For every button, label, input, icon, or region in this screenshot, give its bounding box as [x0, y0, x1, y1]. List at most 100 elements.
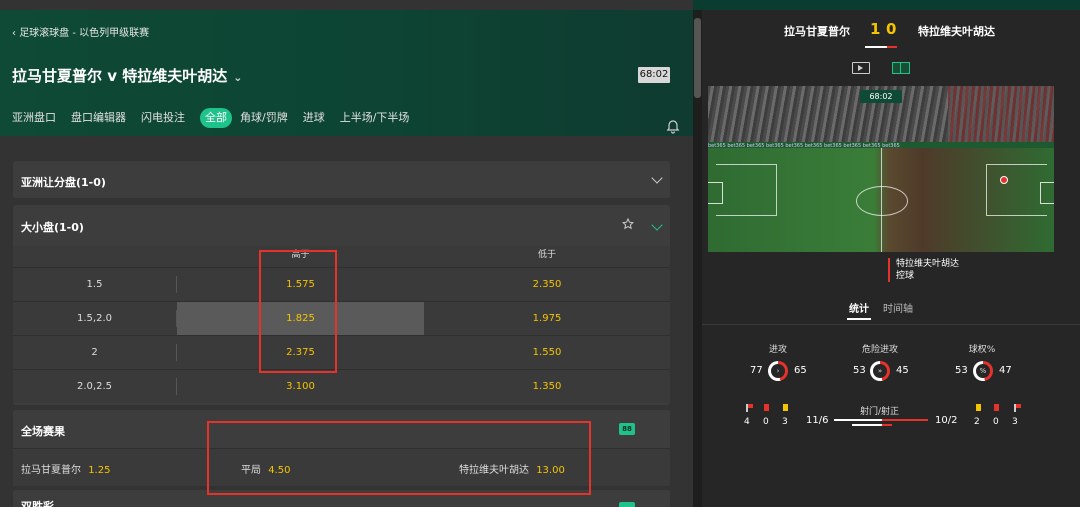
active-tab-underline	[847, 318, 871, 320]
tab-bet-builder[interactable]: 盘口编辑器	[71, 108, 133, 128]
highlight-box	[259, 250, 337, 373]
odds-over[interactable]: 3.100	[177, 370, 424, 403]
dangerous-away: 45	[896, 365, 909, 376]
odds-under[interactable]: 1.975	[424, 302, 670, 335]
score-underline-red	[887, 46, 897, 48]
match-header: ‹ 足球滚球盘 - 以色列甲级联赛 拉马甘夏普尔 v 特拉维夫叶胡达 ⌄ 68:0…	[0, 10, 693, 136]
tab-flash-bet[interactable]: 闪电投注	[141, 108, 192, 128]
event-team: 特拉维夫叶胡达	[896, 259, 960, 269]
divider	[702, 324, 1080, 325]
scrollbar-thumb[interactable]	[694, 18, 701, 98]
table-row: 2 2.375 1.550	[13, 335, 670, 369]
pitch-icon[interactable]	[892, 62, 910, 74]
tab-goals[interactable]: 进球	[303, 108, 332, 128]
red-card-icon	[994, 404, 999, 411]
line-value: 1.5,2.0	[77, 313, 112, 324]
line-value: 1.5	[86, 279, 103, 290]
dangerous-label: 危险进攻	[861, 345, 898, 355]
market-totals: 大小盘(1-0) 高于 低于 1.5 1.575 2.350 1.5,2.0 1…	[13, 205, 670, 405]
live-match-view: bet365 bet365 bet365 bet365 bet365 bet36…	[708, 86, 1054, 284]
tab-corners-cards[interactable]: 角球/罚牌	[240, 108, 295, 128]
market-asian-handicap[interactable]: 亚洲让分盘(1-0)	[13, 161, 670, 198]
double-chevron-icon: »	[873, 364, 887, 378]
left-penalty-box	[716, 164, 777, 216]
tab-asian-lines[interactable]: 亚洲盘口	[12, 108, 63, 128]
ball-marker	[1000, 176, 1008, 184]
away-red: 0	[993, 417, 999, 427]
chevron-right-icon: ›	[771, 364, 785, 378]
possession-ring: %	[973, 361, 993, 381]
yellow-card-icon	[976, 404, 981, 411]
table-row: 2.0,2.5 3.100 1.350	[13, 369, 670, 403]
breadcrumb-text[interactable]: 足球滚球盘 - 以色列甲级联赛	[19, 28, 149, 39]
tab-all[interactable]: 全部	[200, 108, 232, 128]
scrollbar[interactable]	[693, 10, 702, 507]
home-red: 0	[763, 417, 769, 427]
stadium-crowd-away	[948, 86, 1054, 146]
line-value: 2.0,2.5	[77, 381, 112, 392]
table-row: 1.5,2.0 1.825 1.975	[13, 301, 670, 335]
star-icon[interactable]	[622, 218, 634, 230]
scoreboard: 拉马甘夏普尔 1 0 特拉维夫叶胡达	[702, 20, 1080, 40]
shots-home: 11/6	[806, 415, 829, 426]
match-title[interactable]: 拉马甘夏普尔 v 特拉维夫叶胡达 ⌄	[12, 65, 242, 86]
highlight-box	[207, 421, 591, 495]
possession-label: 球权%	[968, 345, 996, 355]
attacks-label: 进攻	[768, 345, 787, 355]
bet-builder-badge: 88	[619, 423, 635, 435]
home-selection[interactable]: 拉马甘夏普尔 1.25	[21, 461, 110, 476]
on-target-bar-away	[882, 424, 892, 426]
market-title: 双胜彩	[21, 500, 54, 507]
away-score: 0	[886, 20, 897, 38]
match-title-text[interactable]: 拉马甘夏普尔 v 特拉维夫叶胡达	[12, 67, 227, 85]
main-panel: ‹ 足球滚球盘 - 以色列甲级联赛 拉马甘夏普尔 v 特拉维夫叶胡达 ⌄ 68:0…	[0, 0, 693, 507]
bell-icon[interactable]	[666, 120, 680, 134]
possession-away: 47	[999, 365, 1012, 376]
shots-label: 射门/射正	[860, 407, 900, 417]
chevron-down-icon[interactable]: ⌄	[233, 71, 242, 84]
possession-home: 53	[955, 365, 968, 376]
home-team: 拉马甘夏普尔	[784, 25, 850, 38]
percent-icon: %	[976, 364, 990, 378]
home-score: 1	[870, 20, 881, 38]
live-panel: 拉马甘夏普尔 1 0 特拉维夫叶胡达 bet365 bet365 bet365 …	[702, 10, 1080, 507]
chevron-down-icon[interactable]	[651, 172, 663, 184]
odds-under[interactable]: 2.350	[424, 268, 670, 301]
odds-under[interactable]: 1.550	[424, 336, 670, 369]
video-icon[interactable]	[852, 62, 870, 74]
score-underline	[865, 46, 897, 48]
market-tabs: 亚洲盘口 盘口编辑器 闪电投注 全部 角球/罚牌 进球 上半场/下半场	[12, 107, 424, 129]
line-value: 2	[91, 347, 98, 358]
pitch	[708, 148, 1054, 252]
away-corners: 3	[1012, 417, 1018, 427]
away-yellow: 2	[974, 417, 980, 427]
totals-header-row: 高于 低于	[13, 246, 670, 268]
dangerous-home: 53	[853, 365, 866, 376]
attacks-ring: ›	[768, 361, 788, 381]
left-goal	[708, 182, 723, 204]
chevron-down-icon[interactable]	[651, 219, 663, 231]
corner-flag-icon	[1014, 404, 1021, 412]
home-odds[interactable]: 1.25	[88, 465, 110, 476]
shots-away: 10/2	[935, 415, 958, 426]
tab-stats[interactable]: 统计	[849, 300, 869, 315]
odds-under[interactable]: 1.350	[424, 370, 670, 403]
home-corners: 4	[744, 417, 750, 427]
right-penalty-box	[986, 164, 1047, 216]
market-title: 大小盘(1-0)	[21, 221, 84, 234]
right-goal	[1040, 182, 1054, 204]
event-strip	[708, 252, 1054, 284]
dangerous-ring: »	[870, 361, 890, 381]
match-clock: 68:02	[638, 67, 670, 83]
bet-builder-badge	[619, 502, 635, 507]
tab-halves[interactable]: 上半场/下半场	[340, 108, 417, 128]
home-label: 拉马甘夏普尔	[21, 465, 81, 476]
breadcrumb[interactable]: ‹ 足球滚球盘 - 以色列甲级联赛	[12, 24, 149, 39]
live-event: 特拉维夫叶胡达 控球	[888, 258, 959, 282]
attacks-home: 77	[750, 365, 763, 376]
away-team: 特拉维夫叶胡达	[918, 25, 995, 38]
on-target-bar-home	[852, 424, 882, 426]
red-card-icon	[764, 404, 769, 411]
yellow-card-icon	[783, 404, 788, 411]
tab-timeline[interactable]: 时间轴	[883, 300, 913, 315]
